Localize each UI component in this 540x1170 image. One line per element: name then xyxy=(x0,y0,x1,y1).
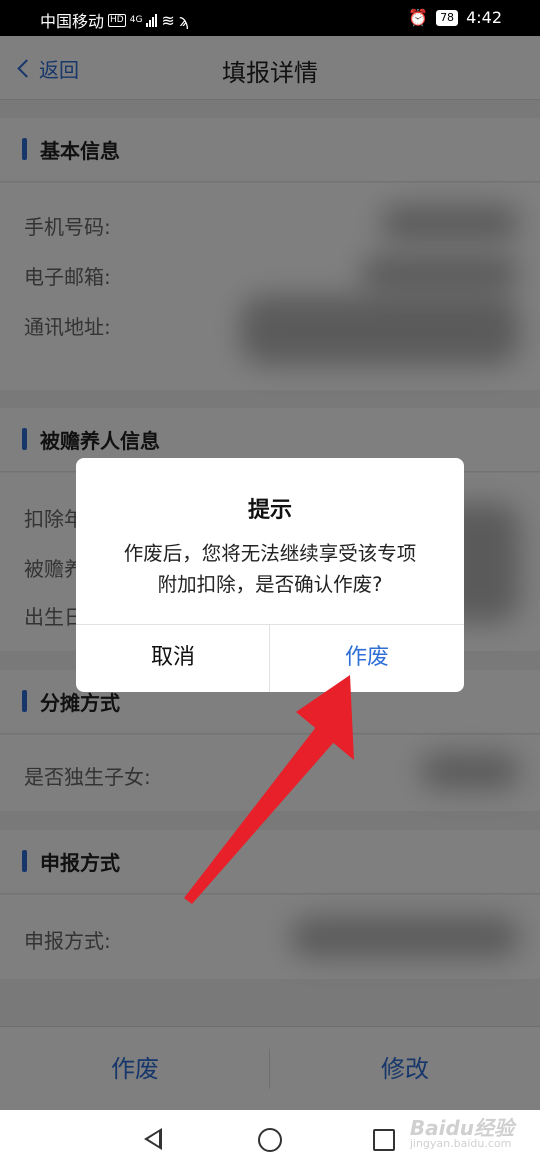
dialog-message-line: 作废后，您将无法继续享受该专项 xyxy=(123,542,417,565)
signal-icon xyxy=(146,13,158,27)
wifi-icon: ≋ xyxy=(161,10,175,30)
nav-recent-icon[interactable] xyxy=(373,1129,395,1151)
nav-home-icon[interactable] xyxy=(258,1128,282,1152)
nav-back-icon[interactable] xyxy=(144,1128,162,1150)
hd-badge: HD xyxy=(108,13,126,27)
dialog-cancel-button[interactable]: 取消 xyxy=(76,624,270,692)
nfc-icon: ϡ xyxy=(178,10,189,30)
carrier-name: 中国移动 xyxy=(40,12,105,31)
alarm-icon: ⏰ xyxy=(408,8,429,27)
status-bar: 中国移动 HD 4G ≋ ϡ ⏰ 78 4:42 xyxy=(0,0,540,36)
dialog-message-line: 附加扣除，是否确认作废? xyxy=(157,573,383,596)
battery-icon: 78 xyxy=(436,9,459,26)
confirm-dialog: 提示 作废后，您将无法继续享受该专项 附加扣除，是否确认作废? 取消 作废 xyxy=(76,458,464,692)
watermark: Baidu经验 jingyan.baidu.com xyxy=(410,1112,514,1150)
watermark-url: jingyan.baidu.com xyxy=(409,1137,512,1150)
dialog-title: 提示 xyxy=(247,498,292,523)
clock-time: 4:42 xyxy=(466,8,502,27)
dialog-confirm-void-button[interactable]: 作废 xyxy=(270,624,464,692)
network-type: 4G xyxy=(129,15,143,25)
dialog-message: 作废后，您将无法继续享受该专项 附加扣除，是否确认作废? xyxy=(76,538,464,600)
